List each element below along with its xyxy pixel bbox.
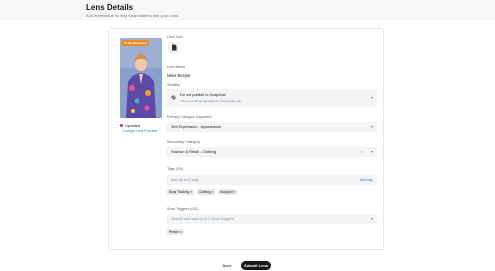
preview-status: Updated (120, 123, 140, 128)
chevron-down-icon: ▾ (370, 149, 373, 154)
lens-icon (171, 44, 176, 51)
person-preview-illustration (120, 38, 162, 118)
page-subtitle: Add information to help Snapchatters fin… (86, 13, 180, 18)
secondary-category-label: Secondary Category (167, 140, 200, 144)
chevron-down-icon: ▾ (370, 216, 373, 221)
scan-triggers-label: Scan Triggers (0/3) (167, 207, 198, 211)
lens-icon-label: Lens Icon (167, 35, 183, 39)
secondary-category-value: Fashion & Retail - Clothing (171, 150, 217, 154)
tags-input[interactable]: Add up to 5 tags (166, 175, 377, 185)
lens-preview-image: To Be Reviewed (120, 38, 162, 118)
tag-list: Body Tracking × Clothing × Bodysuit × (167, 189, 238, 195)
tag-chip[interactable]: Body Tracking × (167, 189, 194, 195)
review-status-badge: To Be Reviewed (122, 40, 149, 46)
page-title: Lens Details (86, 3, 134, 12)
tag-chip[interactable]: Bodysuit × (218, 189, 238, 195)
chevron-down-icon: ▾ (370, 95, 373, 100)
status-dot-icon (120, 124, 123, 127)
visibility-label: Visibility (167, 83, 180, 87)
page-header: Lens Details Add information to help Sna… (0, 0, 495, 20)
lens-icon-picker[interactable] (168, 42, 179, 53)
scan-triggers-placeholder: Search and add up to 3 Scan triggers (171, 217, 234, 221)
eye-off-icon (171, 95, 176, 100)
clear-icon[interactable]: × (361, 149, 363, 154)
visibility-select[interactable]: Do not publish to Snapchat This Lens wil… (166, 89, 377, 107)
primary-category-label: Primary Category (required) (167, 115, 212, 119)
lens-name-label: Lens Name (167, 65, 186, 69)
preview-status-text: Updated (125, 123, 141, 128)
change-lens-preview-link[interactable]: Change Lens Preview (122, 129, 157, 133)
trigger-chip[interactable]: Person × (167, 229, 184, 235)
back-button[interactable]: Back (218, 261, 236, 270)
visibility-hint: This Lens will be uploaded to Lens Folde… (180, 99, 243, 103)
secondary-category-select[interactable]: Fashion & Retail - Clothing × ▾ (166, 147, 377, 157)
lens-name-field[interactable]: Niels Beejlot (167, 73, 190, 78)
tags-label: Tags (0/5) (167, 167, 183, 171)
scan-triggers-select[interactable]: Search and add up to 3 Scan triggers ▾ (166, 214, 377, 224)
submit-lens-button[interactable]: Submit Lens (241, 261, 271, 270)
visibility-value: Do not publish to Snapchat (180, 93, 226, 97)
tag-chip[interactable]: Clothing × (196, 189, 216, 195)
scan-trigger-list: Person × (167, 229, 184, 235)
add-tag-button[interactable]: Add tag (360, 178, 372, 182)
primary-category-select[interactable]: Self Expression - Appearance ▾ (166, 122, 377, 132)
primary-category-value: Self Expression - Appearance (171, 125, 222, 129)
chevron-down-icon: ▾ (370, 124, 373, 129)
tags-placeholder: Add up to 5 tags (171, 178, 199, 182)
